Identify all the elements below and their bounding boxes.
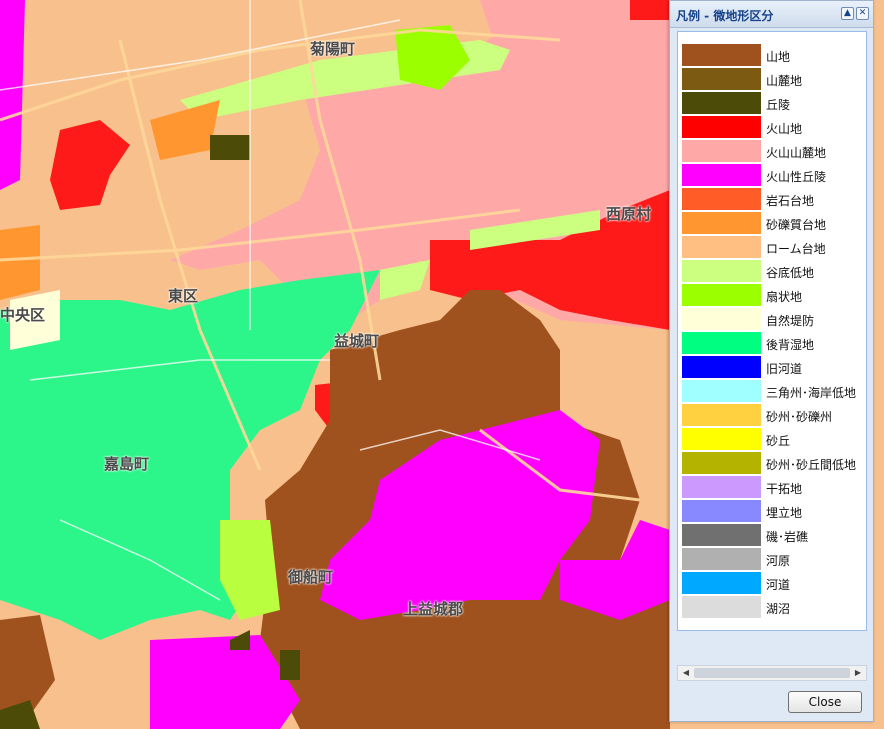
legend-item: 砂礫質台地 [682,212,864,234]
legend-label: 谷底低地 [766,266,815,280]
legend-swatch [682,188,761,210]
legend-label: 干拓地 [766,482,803,496]
legend-label: 河道 [766,578,791,592]
legend-label: 岩石台地 [766,194,815,208]
legend-swatch [682,236,761,258]
legend-item: 山麓地 [682,68,864,90]
legend-swatch [682,404,761,426]
legend-title: 凡例 - 微地形区分 [676,9,774,23]
legend-swatch [682,284,761,306]
legend-item: 埋立地 [682,500,864,522]
scroll-thumb[interactable] [694,668,850,678]
legend-item: 火山山麓地 [682,140,864,162]
legend-label: 埋立地 [766,506,803,520]
legend-swatch [682,548,761,570]
legend-swatch [682,116,761,138]
legend-label: 河原 [766,554,791,568]
legend-label: 丘陵 [766,98,791,112]
place-label: 益城町 [334,332,380,350]
legend-label: 砂礫質台地 [766,218,827,232]
place-label: 中央区 [0,306,46,324]
legend-swatch [682,572,761,594]
chevron-up-icon[interactable]: ▲ [841,7,854,20]
legend-item: 自然堤防 [682,308,864,330]
legend-label: 後背湿地 [766,338,815,352]
legend-item: ローム台地 [682,236,864,258]
legend-item: 磯･岩礁 [682,524,864,546]
legend-header[interactable]: 凡例 - 微地形区分 ▲ ✕ [670,1,873,28]
legend-label: 火山山麓地 [766,146,827,160]
legend-label: 砂丘 [766,434,791,448]
legend-label: 旧河道 [766,362,803,376]
legend-swatch [682,92,761,114]
legend-item: 干拓地 [682,476,864,498]
legend-swatch [682,596,761,618]
legend-label: 磯･岩礁 [766,530,809,544]
legend-item: 旧河道 [682,356,864,378]
legend-item: 砂州･砂丘間低地 [682,452,864,474]
legend-item: 丘陵 [682,92,864,114]
place-label: 御船町 [288,568,334,586]
legend-item: 火山性丘陵 [682,164,864,186]
legend-swatch [682,500,761,522]
legend-label: 砂州･砂礫州 [766,410,833,424]
place-label: 西原村 [606,205,652,223]
scroll-left-icon[interactable]: ◀ [679,667,693,679]
place-label: 嘉島町 [104,455,150,473]
legend-label: 三角州･海岸低地 [766,386,857,400]
legend-swatch [682,164,761,186]
legend-label: 湖沼 [766,602,791,616]
legend-swatch [682,260,761,282]
legend-swatch [682,332,761,354]
horizontal-scrollbar[interactable]: ◀ ▶ [677,665,867,681]
legend-label: 山麓地 [766,74,803,88]
legend-item: 砂丘 [682,428,864,450]
legend-item: 河道 [682,572,864,594]
legend-item: 砂州･砂礫州 [682,404,864,426]
legend-swatch [682,44,761,66]
scroll-right-icon[interactable]: ▶ [851,667,865,679]
legend-swatch [682,140,761,162]
legend-swatch [682,452,761,474]
legend-swatch [682,212,761,234]
legend-item: 山地 [682,44,864,66]
legend-item: 三角州･海岸低地 [682,380,864,402]
legend-item: 湖沼 [682,596,864,618]
legend-swatch [682,308,761,330]
legend-list: 山地山麓地丘陵火山地火山山麓地火山性丘陵岩石台地砂礫質台地ローム台地谷底低地扇状… [677,31,867,631]
legend-label: 火山性丘陵 [766,170,827,184]
legend-item: 火山地 [682,116,864,138]
legend-swatch [682,524,761,546]
legend-item: 後背湿地 [682,332,864,354]
legend-swatch [682,68,761,90]
place-label: 上益城郡 [403,600,464,618]
legend-item: 岩石台地 [682,188,864,210]
legend-swatch [682,356,761,378]
legend-label: 扇状地 [766,290,803,304]
legend-item: 河原 [682,548,864,570]
legend-item: 扇状地 [682,284,864,306]
legend-label: 自然堤防 [766,314,815,328]
legend-swatch [682,428,761,450]
legend-swatch [682,380,761,402]
close-button[interactable]: Close [788,691,862,713]
place-label: 東区 [168,287,199,305]
legend-label: 火山地 [766,122,803,136]
legend-swatch [682,476,761,498]
close-icon[interactable]: ✕ [856,7,869,20]
legend-label: 山地 [766,50,791,64]
legend-item: 谷底低地 [682,260,864,282]
legend-label: 砂州･砂丘間低地 [766,458,857,472]
legend-window[interactable]: 凡例 - 微地形区分 ▲ ✕ 山地山麓地丘陵火山地火山山麓地火山性丘陵岩石台地砂… [669,0,874,722]
place-label: 菊陽町 [310,40,356,58]
legend-label: ローム台地 [766,242,826,256]
